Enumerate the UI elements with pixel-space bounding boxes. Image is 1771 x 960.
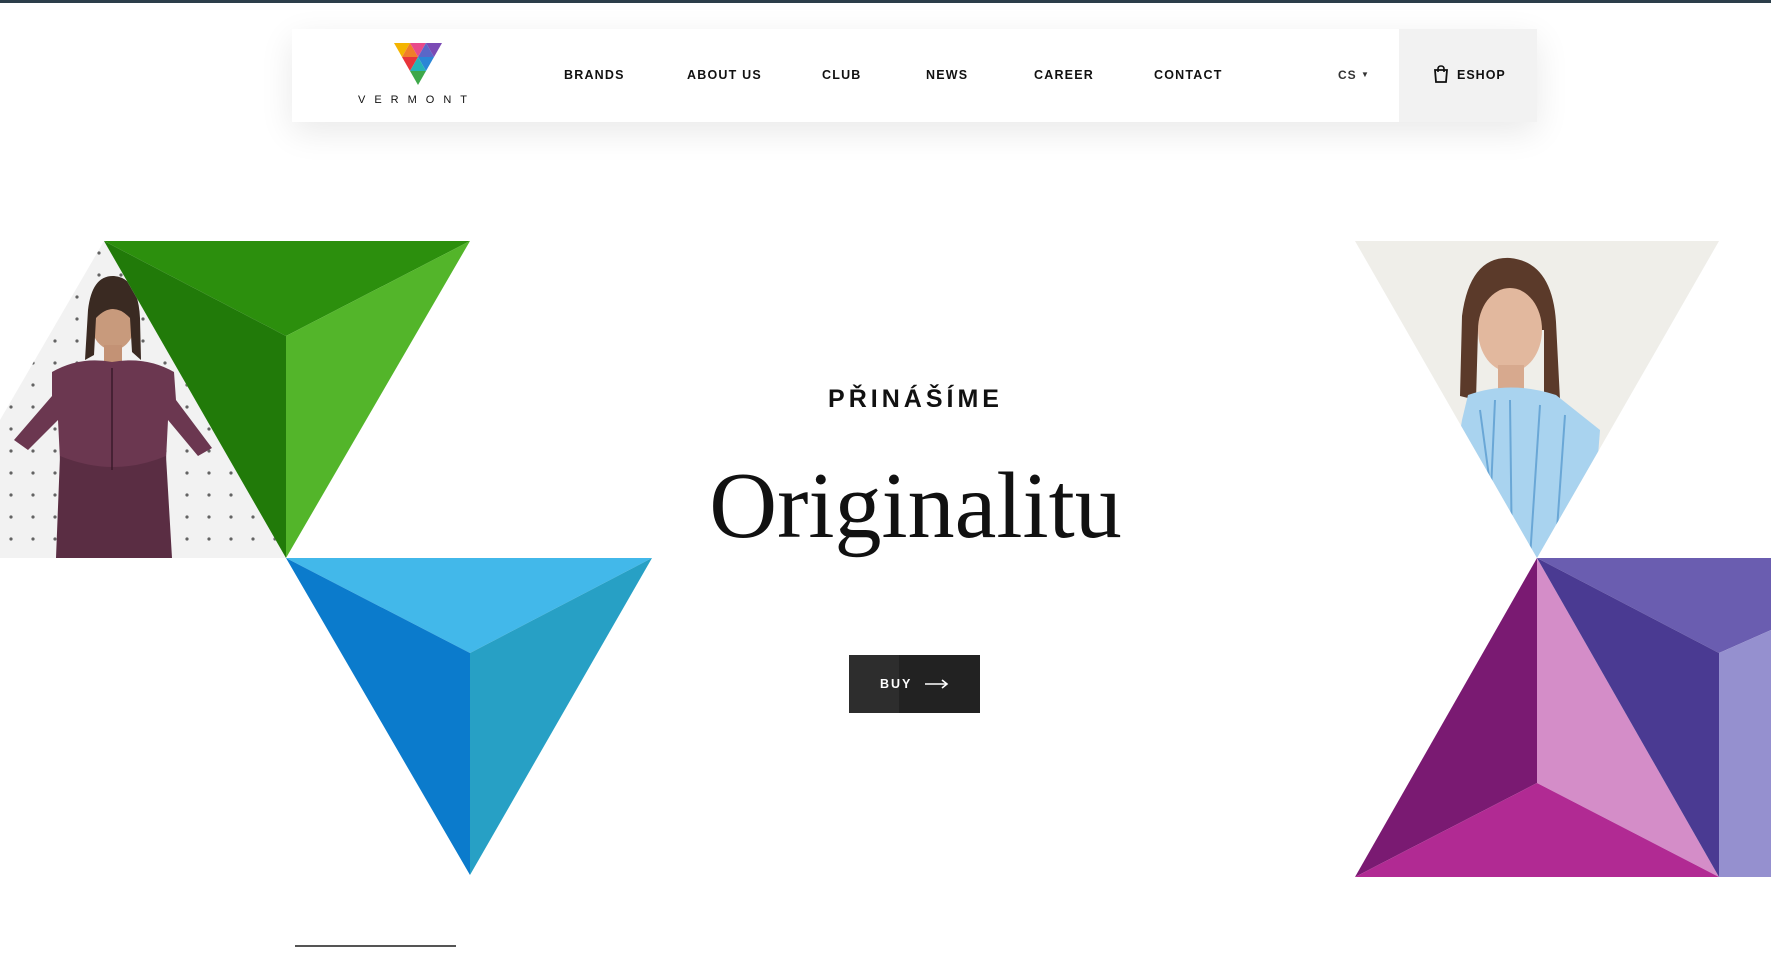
nav-news[interactable]: NEWS [926,68,968,82]
nav-brands[interactable]: BRANDS [564,68,625,82]
hero-title: Originalitu [709,454,1122,558]
buy-button[interactable]: BUY [849,655,980,713]
caret-down-icon: ▼ [1361,70,1370,79]
arrow-right-icon [925,679,949,689]
language-label: CS [1338,68,1357,82]
blue-triangle [286,558,652,875]
language-selector[interactable]: CS ▼ [1338,68,1370,82]
nav-contact[interactable]: CONTACT [1154,68,1223,82]
main-navbar: VERMONT BRANDS ABOUT US CLUB NEWS CAREER… [292,29,1537,122]
vermont-v-logo-icon [394,43,442,85]
purple-triangle [1355,558,1771,877]
nav-about-us[interactable]: ABOUT US [687,68,762,82]
nav-club[interactable]: CLUB [822,68,862,82]
eshop-label: ESHOP [1457,68,1506,82]
section-divider [295,945,456,947]
buy-button-label: BUY [880,677,913,691]
shopping-bag-icon [1434,65,1448,83]
logo-wordmark: VERMONT [358,94,476,106]
hero-pretitle: PŘINÁŠÍME [828,385,1003,413]
vermont-logo[interactable]: VERMONT [352,43,482,113]
nav-career[interactable]: CAREER [1034,68,1094,82]
eshop-button[interactable]: ESHOP [1399,29,1537,122]
